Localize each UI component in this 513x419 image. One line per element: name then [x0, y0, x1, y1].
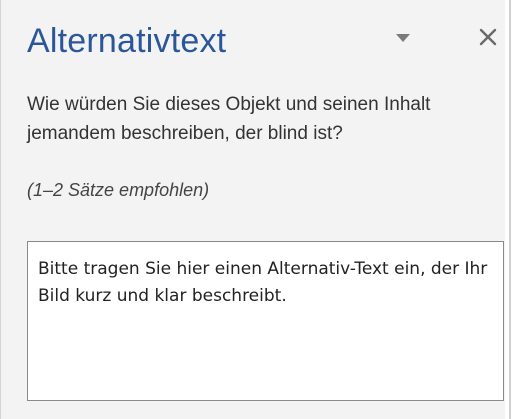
chevron-down-icon	[396, 34, 410, 42]
pane-title: Alternativtext	[27, 22, 227, 60]
pane-splitter[interactable]	[509, 0, 511, 419]
alt-text-pane: Alternativtext Wie würden Sie dieses Obj…	[0, 0, 505, 419]
close-icon	[479, 28, 497, 46]
task-pane-options-button[interactable]	[389, 26, 417, 50]
description-question: Wie würden Sie dieses Objekt und seinen …	[27, 94, 431, 144]
alt-text-input[interactable]: Bitte tragen Sie hier einen Alternativ-T…	[27, 241, 504, 401]
sentence-hint: (1–2 Sätze empfohlen)	[27, 180, 210, 200]
close-pane-button[interactable]	[473, 22, 503, 52]
